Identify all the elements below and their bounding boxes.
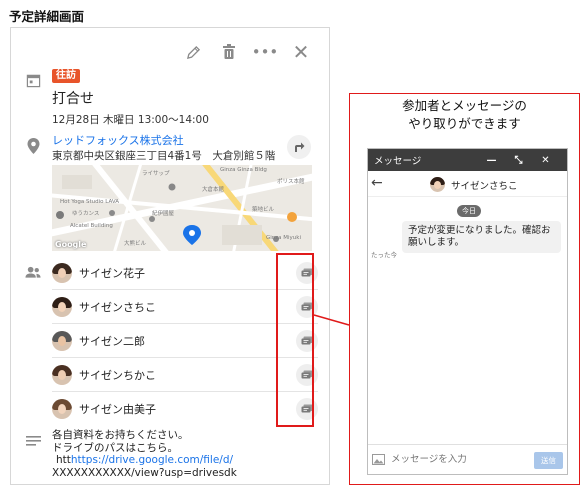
minimize-button[interactable]: — [478,155,505,166]
send-button[interactable]: 送信 [534,452,563,469]
close-chat-button[interactable]: ✕ [532,155,559,166]
partner-name: サイゼンさちこ [451,180,518,192]
message-window-header: メッセージ — ⤡ ✕ [368,149,567,171]
conversation-header: ← サイゼンさちこ [368,171,567,197]
message-composer: 送信 [368,444,567,474]
expand-button[interactable]: ⤡ [505,155,532,166]
message-window: メッセージ — ⤡ ✕ ← サイゼンさちこ 今日 予定が変更になりました。確認お… [367,148,568,475]
message-timestamp: たった今 [371,251,397,259]
callout-caption-line: 参加者とメッセージの [402,98,527,113]
date-separator: 今日 [457,205,481,217]
message-input[interactable] [391,454,531,465]
window-controls: — ⤡ ✕ [478,149,559,171]
conversation-partner: サイゼンさちこ [430,177,518,192]
callout-caption: 参加者とメッセージの やり取りができます [350,97,579,133]
message-bubble: 予定が変更になりました。確認お願いします。 [402,221,561,253]
image-attach-icon[interactable] [371,454,385,465]
back-arrow-icon[interactable]: ← [371,175,383,191]
message-window-title: メッセージ [374,156,422,167]
callout-caption-line: やり取りができます [408,116,521,131]
avatar [430,177,445,192]
